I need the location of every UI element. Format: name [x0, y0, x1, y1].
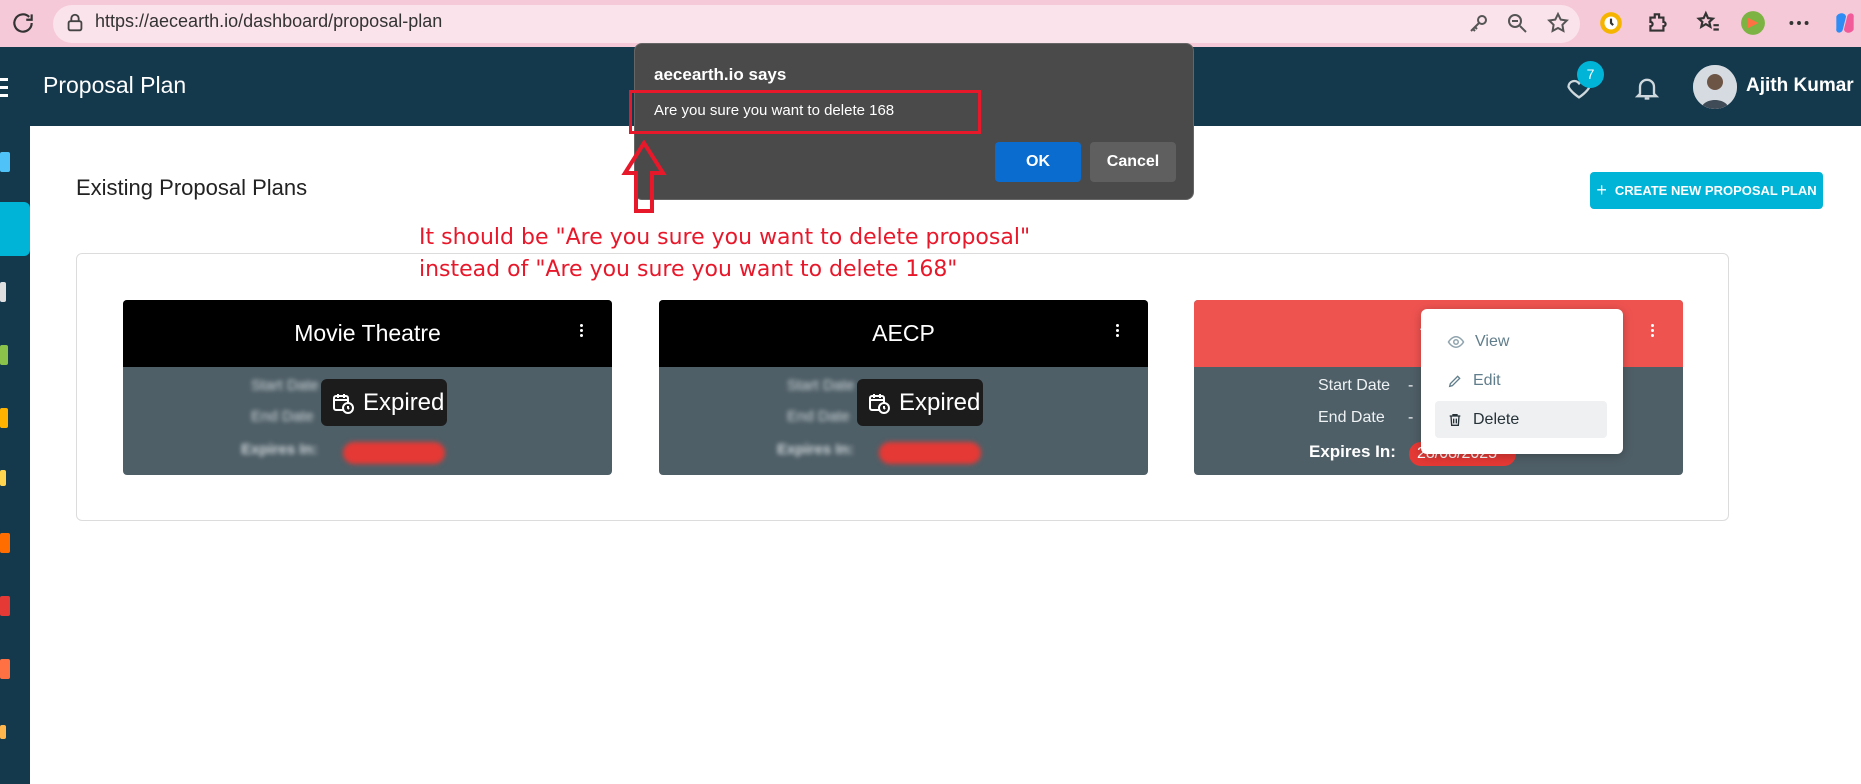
start-date-label: Start Date — [1318, 377, 1391, 394]
wishlist-count-badge: 7 — [1577, 61, 1604, 88]
extensions-puzzle-icon[interactable] — [1645, 10, 1671, 36]
expires-in-label: Expires In: — [1309, 442, 1396, 461]
trash-icon — [1449, 413, 1461, 426]
annotation-line-2: instead of "Are you sure you want to del… — [419, 257, 958, 282]
annotation-line-1: It should be "Are you sure you want to d… — [419, 225, 1031, 250]
card-header: AECP — [659, 300, 1148, 367]
sidebar-item-users-icon[interactable] — [0, 282, 6, 302]
sidebar-item-projects-icon[interactable] — [0, 345, 8, 365]
profile-extension-icon[interactable] — [1740, 10, 1766, 36]
annotation-arrow-icon — [621, 140, 667, 213]
sidebar-item-calendar-icon[interactable] — [0, 596, 10, 616]
annotation-note: It should be "Are you sure you want to d… — [419, 222, 1030, 286]
ok-button[interactable]: OK — [995, 142, 1081, 182]
sidebar-item-orders-icon[interactable] — [0, 533, 10, 553]
menu-item-label: View — [1475, 332, 1510, 350]
favorite-star-icon[interactable] — [1546, 11, 1570, 35]
sidebar-item-ideas-icon[interactable] — [0, 470, 6, 486]
menu-item-label: Edit — [1473, 371, 1501, 389]
card-header: Movie Theatre — [123, 300, 612, 367]
menu-item-view[interactable]: View — [1435, 323, 1607, 360]
card-menu-icon[interactable] — [580, 324, 584, 339]
avatar[interactable] — [1693, 65, 1737, 109]
end-date-value: - — [1408, 409, 1414, 426]
menu-icon[interactable] — [0, 78, 9, 98]
proposal-card[interactable]: Movie Theatre Start Date End Date Expire… — [123, 300, 612, 475]
card-title: Movie Theatre — [294, 320, 441, 346]
section-title: Existing Proposal Plans — [76, 175, 308, 200]
zoom-icon[interactable] — [1505, 11, 1529, 35]
blurred-expires-label: Expires In: — [777, 441, 854, 458]
sidebar-item-dashboard-icon[interactable] — [0, 152, 10, 172]
menu-item-edit[interactable]: Edit — [1435, 362, 1607, 399]
card-dropdown-menu: View Edit Delete — [1421, 309, 1623, 454]
reload-icon[interactable] — [10, 10, 36, 36]
expired-label: Expired — [899, 388, 981, 416]
site-info-icon[interactable] — [64, 12, 86, 34]
expired-label: Expired — [363, 388, 445, 416]
blurred-end-label: End Date — [251, 408, 314, 425]
blurred-date-pill — [343, 442, 445, 464]
cancel-button[interactable]: Cancel — [1090, 142, 1176, 182]
sidebar-item-team-icon[interactable] — [0, 725, 6, 739]
more-options-icon[interactable] — [1786, 10, 1812, 36]
calendar-clock-icon — [333, 393, 354, 414]
sidebar-item-active[interactable] — [0, 202, 30, 256]
card-body: Start Date End Date Expires In: Expired — [659, 367, 1148, 475]
extension-timer-icon[interactable] — [1598, 10, 1624, 36]
sidebar-item-settings-icon[interactable] — [0, 408, 8, 428]
plus-icon: + — [1596, 180, 1607, 200]
calendar-clock-icon — [869, 393, 890, 414]
copilot-icon[interactable] — [1832, 10, 1858, 36]
notification-bell-icon[interactable] — [1633, 74, 1661, 102]
pencil-icon — [1448, 374, 1461, 387]
favorites-icon[interactable] — [1695, 10, 1721, 36]
url-text[interactable]: https://aecearth.io/dashboard/proposal-p… — [95, 11, 442, 32]
key-icon[interactable] — [1467, 11, 1491, 35]
blurred-start-label: Start Date — [251, 377, 319, 394]
menu-item-delete[interactable]: Delete — [1435, 401, 1607, 438]
menu-item-label: Delete — [1473, 410, 1520, 428]
sidebar-item-reports-icon[interactable] — [0, 659, 10, 679]
blurred-date-pill — [879, 442, 981, 464]
end-date-label: End Date — [1318, 409, 1385, 426]
user-name[interactable]: Ajith Kumar — [1746, 75, 1854, 97]
proposal-card[interactable]: AECP Start Date End Date Expires In: Exp… — [659, 300, 1148, 475]
create-button-label: CREATE NEW PROPOSAL PLAN — [1614, 183, 1817, 198]
annotation-highlight-box — [629, 90, 981, 134]
blurred-start-label: Start Date — [787, 377, 855, 394]
create-proposal-plan-button[interactable]: + CREATE NEW PROPOSAL PLAN — [1590, 172, 1823, 209]
user-photo-icon — [1693, 65, 1737, 109]
expired-chip: Expired — [857, 379, 983, 426]
dialog-title: aecearth.io says — [654, 65, 787, 84]
page-title: Proposal Plan — [43, 72, 187, 98]
expired-chip: Expired — [321, 379, 447, 426]
card-menu-icon[interactable] — [1116, 324, 1120, 339]
card-body: Start Date End Date Expires In: Expired — [123, 367, 612, 475]
blurred-expires-label: Expires In: — [241, 441, 318, 458]
eye-icon — [1447, 335, 1465, 348]
blurred-end-label: End Date — [787, 408, 850, 425]
start-date-value: - — [1408, 377, 1414, 394]
card-menu-icon[interactable] — [1651, 324, 1655, 339]
card-title: AECP — [872, 320, 935, 346]
